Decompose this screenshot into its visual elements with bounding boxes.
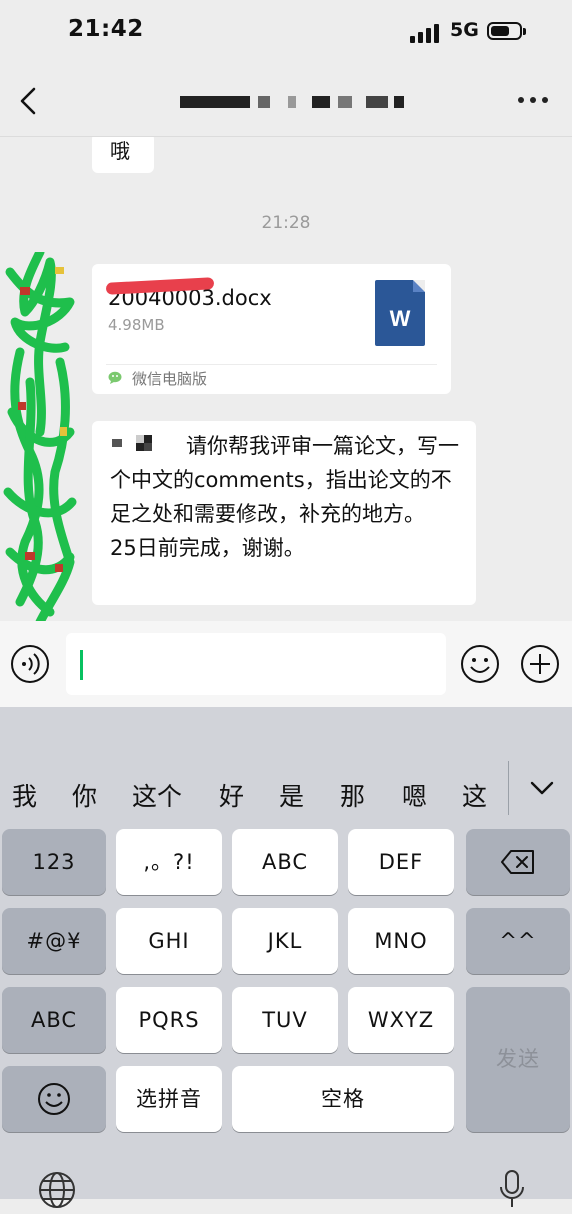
- message-text: 请你帮我评审一篇论文，写一个中文的comments，指出论文的不足之处和需要修改…: [110, 434, 459, 560]
- emoji-icon[interactable]: [460, 644, 500, 684]
- avatar-scribble-redaction: [3, 252, 77, 621]
- chat-header: [0, 66, 572, 137]
- file-size: 4.98MB: [108, 316, 165, 334]
- candidate-word[interactable]: 这个: [132, 777, 182, 813]
- keyboard: 我 你 这个 好 是 那 嗯 这 123 ,。?! ABC DEF #@¥ GH…: [0, 707, 572, 1208]
- wechat-icon: [108, 370, 124, 384]
- plus-icon[interactable]: [520, 644, 560, 684]
- key-abc-switch[interactable]: ABC: [2, 987, 106, 1053]
- key-emoticon[interactable]: ^^: [466, 908, 570, 974]
- message-text: 哦: [110, 139, 130, 163]
- key-def[interactable]: DEF: [348, 829, 454, 895]
- candidate-word[interactable]: 嗯: [402, 777, 427, 813]
- send-key[interactable]: 发送: [466, 987, 570, 1132]
- globe-icon[interactable]: [37, 1170, 77, 1210]
- key-wxyz[interactable]: WXYZ: [348, 987, 454, 1053]
- candidate-word[interactable]: 那: [340, 777, 365, 813]
- signal-icon: [410, 23, 442, 43]
- candidate-word[interactable]: 好: [219, 777, 244, 813]
- divider: [508, 761, 509, 815]
- key-ghi[interactable]: GHI: [116, 908, 222, 974]
- word-file-icon: W: [375, 280, 425, 346]
- key-jkl[interactable]: JKL: [232, 908, 338, 974]
- chat-title-redacted: [180, 96, 410, 110]
- network-type: 5G: [450, 19, 479, 41]
- chevron-left-icon[interactable]: [16, 86, 42, 116]
- voice-input-icon[interactable]: [10, 644, 50, 684]
- key-abc[interactable]: ABC: [232, 829, 338, 895]
- divider: [106, 364, 437, 365]
- chat-area[interactable]: 哦 21:28 20040003.docx 4.98MB W 微信电脑版 请你帮…: [0, 137, 572, 621]
- emoji-key-icon[interactable]: [2, 1066, 106, 1132]
- key-select-pinyin[interactable]: 选拼音: [116, 1066, 222, 1132]
- key-pqrs[interactable]: PQRS: [116, 987, 222, 1053]
- message-bubble[interactable]: 请你帮我评审一篇论文，写一个中文的comments，指出论文的不足之处和需要修改…: [92, 421, 476, 605]
- file-message[interactable]: 20040003.docx 4.98MB W 微信电脑版: [92, 264, 451, 394]
- status-bar: 21:42 5G: [0, 0, 572, 66]
- candidate-word[interactable]: 是: [279, 777, 304, 813]
- candidate-word[interactable]: 我: [12, 777, 37, 813]
- message-input[interactable]: [66, 633, 446, 695]
- battery-icon: [487, 22, 526, 40]
- key-symbols[interactable]: #@¥: [2, 908, 106, 974]
- candidate-bar: 我 你 这个 好 是 那 嗯 这: [0, 767, 572, 821]
- message-timestamp: 21:28: [261, 213, 311, 233]
- file-source-label: 微信电脑版: [132, 370, 208, 388]
- candidate-word[interactable]: 这: [462, 777, 487, 813]
- microphone-icon[interactable]: [498, 1169, 526, 1209]
- input-bar: [0, 621, 572, 707]
- status-time: 21:42: [68, 16, 144, 42]
- backspace-key[interactable]: [466, 829, 570, 895]
- message-bubble[interactable]: 哦: [92, 137, 154, 173]
- key-mno[interactable]: MNO: [348, 908, 454, 974]
- more-dots-icon[interactable]: [518, 97, 550, 105]
- space-key[interactable]: 空格: [232, 1066, 454, 1132]
- chevron-down-icon[interactable]: [528, 779, 556, 797]
- candidate-word[interactable]: 你: [72, 777, 97, 813]
- key-123[interactable]: 123: [2, 829, 106, 895]
- key-tuv[interactable]: TUV: [232, 987, 338, 1053]
- key-punctuation[interactable]: ,。?!: [116, 829, 222, 895]
- text-caret: [80, 650, 83, 680]
